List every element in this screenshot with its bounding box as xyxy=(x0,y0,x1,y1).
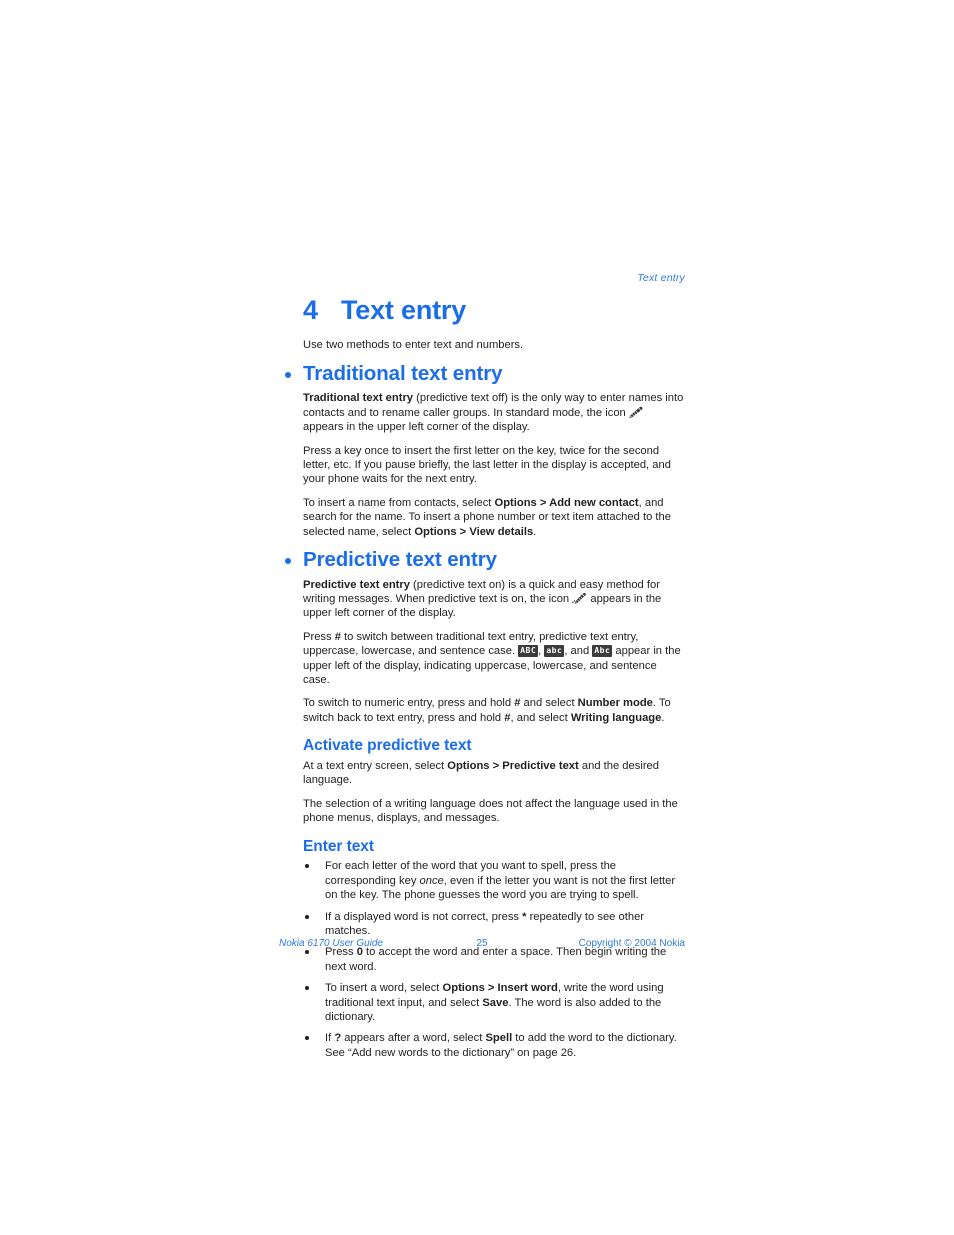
menu-item-spell: Spell xyxy=(485,1032,513,1045)
enter-text-bullet-list: For each letter of the word that you wan… xyxy=(303,859,685,1060)
menu-path-insert-word: Options > Insert word xyxy=(442,982,558,995)
predictive-p2-e: , and xyxy=(564,645,593,658)
activate-p1-a: At a text entry screen, select xyxy=(303,759,448,772)
chapter-number: 4 xyxy=(303,295,318,325)
menu-item-writing-language: Writing language xyxy=(570,711,662,724)
bullet-4-a: To insert a word, select xyxy=(325,982,443,995)
predictive-paragraph-1: Predictive text entry (predictive text o… xyxy=(303,578,685,621)
bullet-1-emphasis-once: once xyxy=(419,874,444,887)
section-heading-label: Predictive text entry xyxy=(303,547,497,571)
chapter-heading: 4 Text entry xyxy=(303,295,685,325)
menu-path-add-new-contact: Options > Add new contact xyxy=(494,496,639,509)
predictive-p3-a: To switch to numeric entry, press and ho… xyxy=(303,697,515,710)
menu-item-save: Save xyxy=(482,996,509,1009)
predictive-p3-g: , and select xyxy=(510,711,571,724)
traditional-paragraph-1: Traditional text entry (predictive text … xyxy=(303,391,685,434)
page-content: 4 Text entry Use two methods to enter te… xyxy=(285,295,685,1067)
list-bullet-icon xyxy=(305,914,309,919)
badge-uppercase-abc: ABC xyxy=(518,645,539,658)
list-item: If ? appears after a word, select Spell … xyxy=(303,1031,685,1060)
subsection-heading-enter-text: Enter text xyxy=(303,837,374,855)
list-bullet-icon xyxy=(305,986,309,991)
section-bullet-icon xyxy=(285,371,291,378)
bullet-3-b: to accept the word and enter a space. Th… xyxy=(325,946,667,973)
bullet-2-a: If a displayed word is not correct, pres… xyxy=(325,910,523,923)
list-item: To insert a word, select Options > Inser… xyxy=(303,981,685,1024)
activate-paragraph-2: The selection of a writing language does… xyxy=(303,797,678,825)
section-heading-predictive-text-entry: Predictive text entry xyxy=(285,547,685,572)
term-predictive-text-entry: Predictive text entry xyxy=(303,578,410,591)
section-bullet-icon xyxy=(285,557,291,564)
menu-path-predictive-text: Options > Predictive text xyxy=(447,759,579,772)
intro-paragraph: Use two methods to enter text and number… xyxy=(303,339,524,352)
pencil-predictive-icon xyxy=(572,592,587,604)
predictive-paragraph-3: To switch to numeric entry, press and ho… xyxy=(303,696,685,725)
bullet-5-a: If xyxy=(325,1032,335,1045)
section-heading-label: Traditional text entry xyxy=(303,361,503,385)
badge-sentencecase-abc: Abc xyxy=(592,645,613,658)
traditional-paragraph-2: Press a key once to insert the first let… xyxy=(303,444,671,486)
list-bullet-icon xyxy=(305,864,309,869)
subsection-heading-activate-predictive-text: Activate predictive text xyxy=(303,737,472,755)
list-item: For each letter of the word that you wan… xyxy=(303,859,685,902)
activate-paragraph-1: At a text entry screen, select Options >… xyxy=(303,759,685,788)
chapter-title: Text entry xyxy=(341,295,467,325)
predictive-p2-a: Press xyxy=(303,630,335,643)
badge-lowercase-abc: abc xyxy=(544,645,565,658)
predictive-paragraph-2: Press # to switch between traditional te… xyxy=(303,630,685,688)
traditional-paragraph-3: To insert a name from contacts, select O… xyxy=(303,496,685,539)
traditional-p3-a: To insert a name from contacts, select xyxy=(303,496,495,509)
predictive-p3-c: and select xyxy=(520,697,578,710)
list-bullet-icon xyxy=(305,950,309,955)
list-item: If a displayed word is not correct, pres… xyxy=(303,910,685,939)
page-footer: Nokia 6170 User Guide 25 Copyright © 200… xyxy=(279,938,685,949)
menu-item-number-mode: Number mode xyxy=(577,697,653,710)
section-heading-traditional-text-entry: Traditional text entry xyxy=(285,361,685,386)
footer-page-number: 25 xyxy=(476,938,488,949)
term-traditional-text-entry: Traditional text entry xyxy=(303,392,414,405)
document-page: Text entry 4 Text entry Use two methods … xyxy=(0,0,954,1235)
pencil-icon xyxy=(629,406,644,418)
traditional-p3-e: . xyxy=(533,525,537,538)
predictive-p3-i: . xyxy=(661,711,665,724)
menu-path-view-details: Options > View details xyxy=(414,525,534,538)
bullet-5-b: appears after a word, select xyxy=(341,1032,486,1045)
list-bullet-icon xyxy=(305,1036,309,1041)
running-head: Text entry xyxy=(637,272,685,284)
list-item: Press 0 to accept the word and enter a s… xyxy=(303,945,685,974)
traditional-p1-text-b: appears in the upper left corner of the … xyxy=(303,421,530,434)
